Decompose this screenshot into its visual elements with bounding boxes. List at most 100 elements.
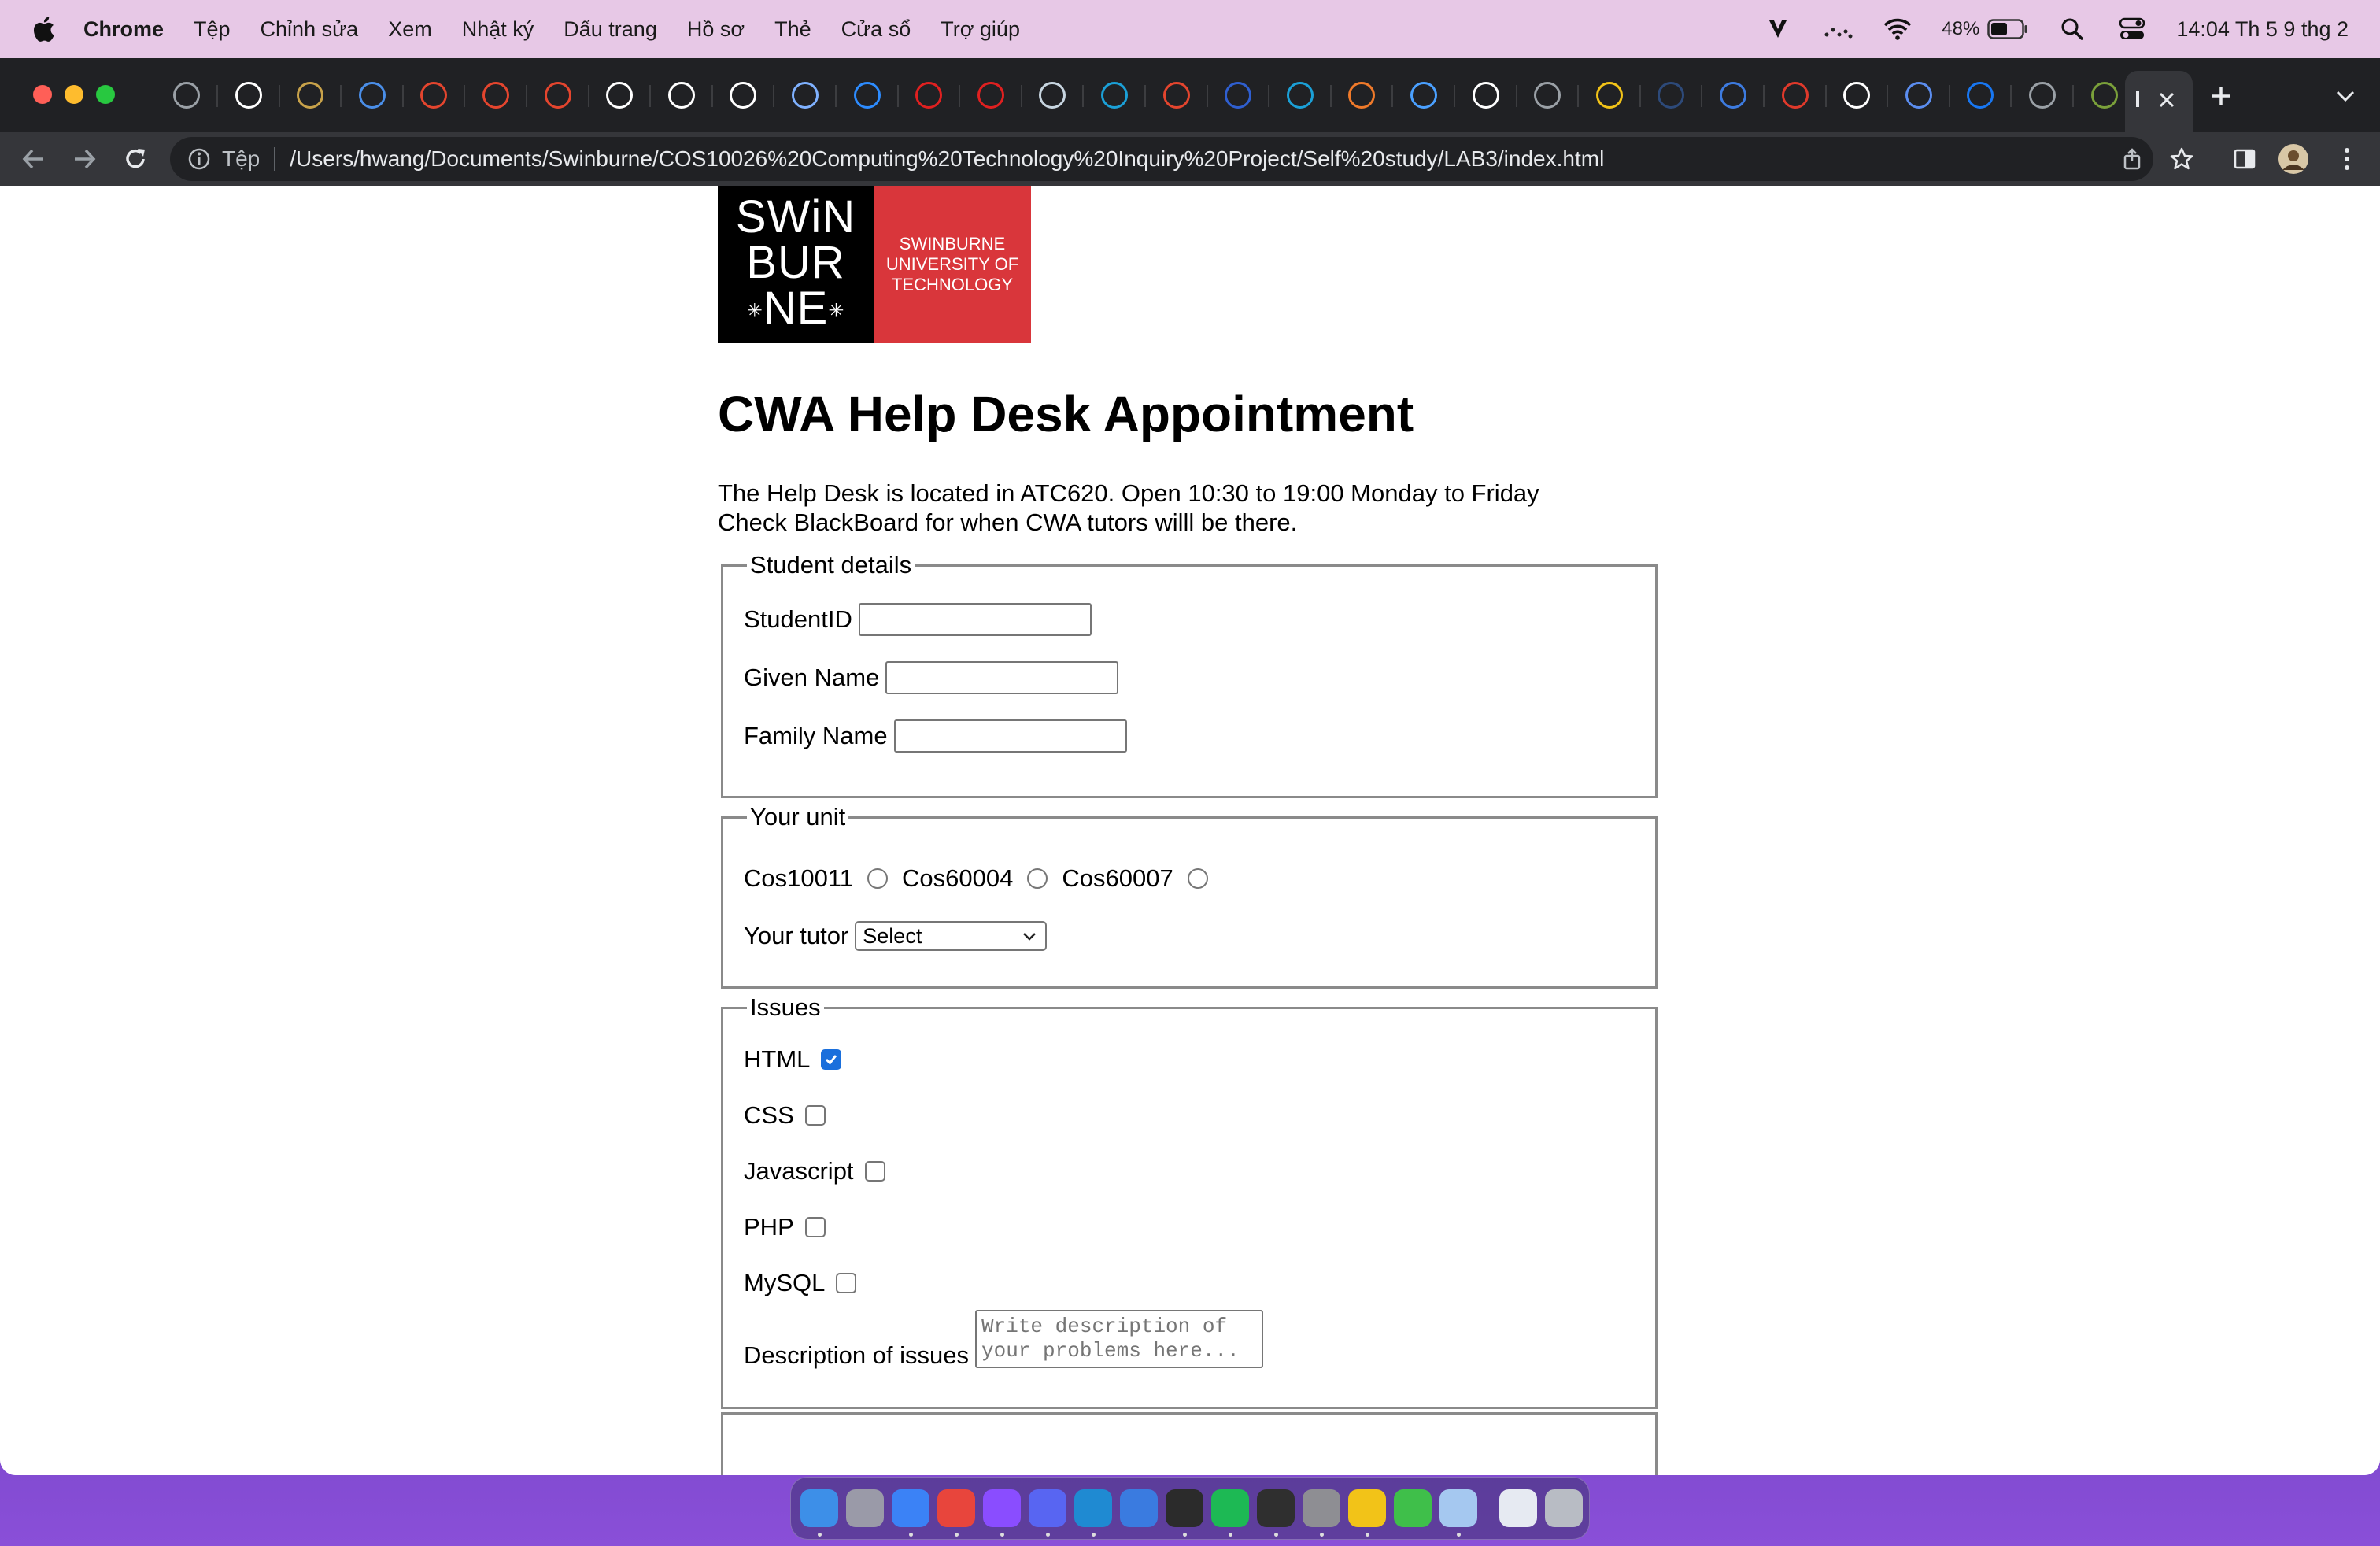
info-icon[interactable] bbox=[187, 147, 211, 171]
google-icon[interactable] bbox=[730, 82, 756, 109]
cisco-icon[interactable] bbox=[1101, 82, 1128, 109]
menu-tab[interactable]: Thẻ bbox=[774, 17, 811, 42]
documents-icon[interactable] bbox=[1499, 1489, 1537, 1527]
alpha-icon[interactable] bbox=[915, 82, 942, 109]
unit-radio-cos60007[interactable] bbox=[1187, 868, 1208, 889]
apple-icon[interactable] bbox=[31, 16, 55, 43]
chrome-icon[interactable] bbox=[937, 1489, 975, 1537]
close-window-button[interactable] bbox=[33, 85, 52, 104]
back-icon[interactable] bbox=[17, 143, 49, 175]
control-center-icon[interactable] bbox=[2116, 13, 2148, 45]
canvas-icon[interactable] bbox=[420, 82, 447, 109]
tutor-select[interactable]: Select bbox=[855, 921, 1048, 951]
side-panel-icon[interactable] bbox=[2229, 143, 2260, 175]
address-bar[interactable]: Tệp /Users/hwang/Documents/Swinburne/COS… bbox=[170, 137, 2153, 181]
google-icon[interactable] bbox=[668, 82, 695, 109]
activity-monitor-icon[interactable] bbox=[1257, 1489, 1295, 1537]
issue-checkbox-php[interactable] bbox=[804, 1217, 826, 1237]
dots-icon[interactable] bbox=[1822, 13, 1853, 45]
finder-icon[interactable] bbox=[800, 1489, 838, 1537]
discord-icon[interactable] bbox=[1029, 1489, 1066, 1537]
preview-icon[interactable] bbox=[1439, 1489, 1477, 1537]
menu-view[interactable]: Xem bbox=[388, 17, 432, 42]
puzzle-icon[interactable] bbox=[1348, 82, 1375, 109]
unit-radio-cos60004[interactable] bbox=[1027, 868, 1048, 889]
menu-profiles[interactable]: Hồ sơ bbox=[687, 17, 745, 42]
spotlight-icon[interactable] bbox=[2057, 13, 2088, 45]
globe-icon[interactable] bbox=[2029, 82, 2056, 109]
shield-icon[interactable] bbox=[359, 82, 386, 109]
m-icon[interactable] bbox=[1225, 82, 1251, 109]
q-icon[interactable] bbox=[792, 82, 819, 109]
reload-icon[interactable] bbox=[120, 143, 151, 175]
spotify-icon[interactable] bbox=[1211, 1489, 1249, 1537]
vscode-icon[interactable] bbox=[1074, 1489, 1112, 1537]
student-id-input[interactable] bbox=[858, 603, 1092, 636]
issue-checkbox-css[interactable] bbox=[804, 1105, 826, 1126]
steam-icon[interactable] bbox=[1039, 82, 1066, 109]
vivaldi-icon[interactable] bbox=[1762, 13, 1794, 45]
share-icon[interactable] bbox=[2120, 147, 2144, 171]
numbers-icon[interactable] bbox=[1394, 1489, 1432, 1527]
terminal-icon[interactable] bbox=[1166, 1489, 1203, 1537]
menu-bookmarks[interactable]: Dấu trang bbox=[564, 17, 657, 42]
vivaldi-dock-icon[interactable] bbox=[1348, 1489, 1386, 1537]
tab-search-icon[interactable] bbox=[2334, 87, 2356, 105]
settings-icon[interactable] bbox=[1303, 1489, 1340, 1537]
family-name-input[interactable] bbox=[893, 719, 1127, 753]
canvas-icon[interactable] bbox=[545, 82, 571, 109]
tab-separator bbox=[1639, 85, 1641, 107]
profile-avatar[interactable] bbox=[2278, 143, 2309, 175]
menu-window[interactable]: Cửa sổ bbox=[841, 17, 911, 42]
menu-file[interactable]: Tệp bbox=[194, 17, 231, 42]
battery-icon[interactable] bbox=[1987, 19, 2028, 39]
minimize-window-button[interactable] bbox=[65, 85, 83, 104]
menu-kebab-icon[interactable] bbox=[2331, 143, 2363, 175]
tds-icon[interactable] bbox=[1658, 82, 1684, 109]
safari-icon[interactable] bbox=[892, 1489, 929, 1537]
messenger-icon[interactable] bbox=[983, 1489, 1021, 1537]
description-textarea[interactable]: Write description of your problems here.… bbox=[975, 1310, 1264, 1368]
triangle-icon[interactable] bbox=[1596, 82, 1623, 109]
google-icon[interactable] bbox=[606, 82, 633, 109]
plane-icon[interactable] bbox=[854, 82, 881, 109]
chrome-icon[interactable] bbox=[1843, 82, 1870, 109]
canvas-icon[interactable] bbox=[482, 82, 509, 109]
vivaldi-tab-icon[interactable] bbox=[297, 82, 323, 109]
unit-radio-cos10011[interactable] bbox=[867, 868, 889, 889]
tab-separator bbox=[1515, 85, 1517, 107]
brackets-icon[interactable] bbox=[1410, 82, 1437, 109]
address-url[interactable]: /Users/hwang/Documents/Swinburne/COS1002… bbox=[290, 146, 1604, 172]
issue-checkbox-html[interactable] bbox=[821, 1049, 842, 1070]
window-icon[interactable] bbox=[1905, 82, 1932, 109]
c-icon[interactable] bbox=[1782, 82, 1809, 109]
google-icon[interactable] bbox=[235, 82, 262, 109]
zoom-window-button[interactable] bbox=[96, 85, 115, 104]
launchpad-icon[interactable] bbox=[846, 1489, 884, 1527]
tab-active[interactable] bbox=[2125, 71, 2193, 132]
given-name-input[interactable] bbox=[885, 661, 1119, 694]
menu-history[interactable]: Nhật ký bbox=[462, 17, 534, 42]
trash-icon[interactable] bbox=[1545, 1489, 1583, 1527]
pawn-icon[interactable] bbox=[2091, 82, 2118, 109]
box-icon[interactable] bbox=[1720, 82, 1746, 109]
issue-checkbox-mysql[interactable] bbox=[836, 1273, 857, 1293]
xcode-icon[interactable] bbox=[1120, 1489, 1158, 1527]
alpha-icon[interactable] bbox=[978, 82, 1004, 109]
new-tab-icon[interactable] bbox=[2208, 83, 2234, 109]
globe-icon[interactable] bbox=[173, 82, 200, 109]
cisco-icon[interactable] bbox=[1287, 82, 1314, 109]
menu-help[interactable]: Trợ giúp bbox=[941, 17, 1020, 42]
menu-edit[interactable]: Chỉnh sửa bbox=[261, 17, 359, 42]
close-tab-icon[interactable] bbox=[2156, 90, 2177, 110]
globe-icon[interactable] bbox=[1534, 82, 1561, 109]
canvas-icon[interactable] bbox=[1163, 82, 1190, 109]
issue-checkbox-javascript[interactable] bbox=[864, 1161, 885, 1182]
forward-icon[interactable] bbox=[69, 143, 101, 175]
bookmark-star-icon[interactable] bbox=[2166, 143, 2197, 175]
google-icon[interactable] bbox=[1473, 82, 1499, 109]
facebook-icon[interactable] bbox=[1967, 82, 1994, 109]
clock[interactable]: 14:04 Th 5 9 thg 2 bbox=[2176, 17, 2349, 42]
wifi-icon[interactable] bbox=[1882, 13, 1913, 45]
menu-app-name[interactable]: Chrome bbox=[83, 17, 164, 42]
